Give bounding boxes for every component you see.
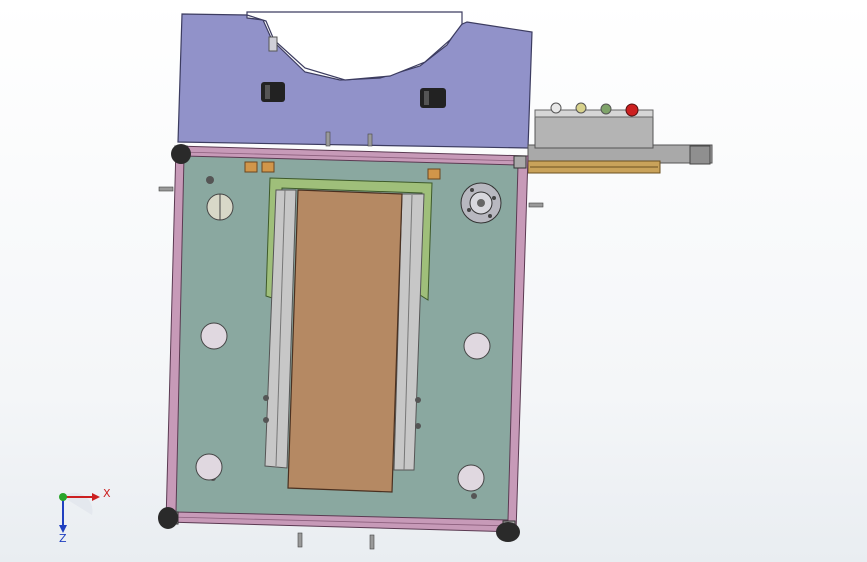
caster-wheel [171,144,191,164]
cad-viewport[interactable]: X Z [0,0,867,562]
housing-latch-right [420,88,446,108]
split-disc [206,193,234,221]
control-panel [527,102,713,174]
corner-bracket-tr [513,155,527,169]
indicator-button-icon[interactable] [600,103,612,115]
mount-hole [200,322,228,350]
triad-z-label: Z [59,532,67,545]
housing-latch-left [261,82,285,102]
mount-hole [457,464,485,492]
housing-stud [268,36,278,52]
assembly-drawing [59,11,713,550]
bearing-flange [460,182,502,224]
mount-hole [463,332,491,360]
mount-hole [195,453,223,481]
triad-x-label: X [103,487,111,500]
indicator-button-icon[interactable] [575,102,587,114]
caster-wheel [158,507,178,529]
belt-tray [287,189,403,493]
emergency-stop-icon[interactable] [625,103,639,117]
caster-wheel [496,522,520,542]
indicator-button-icon[interactable] [550,102,562,114]
coordinate-triad-icon[interactable] [59,492,100,533]
